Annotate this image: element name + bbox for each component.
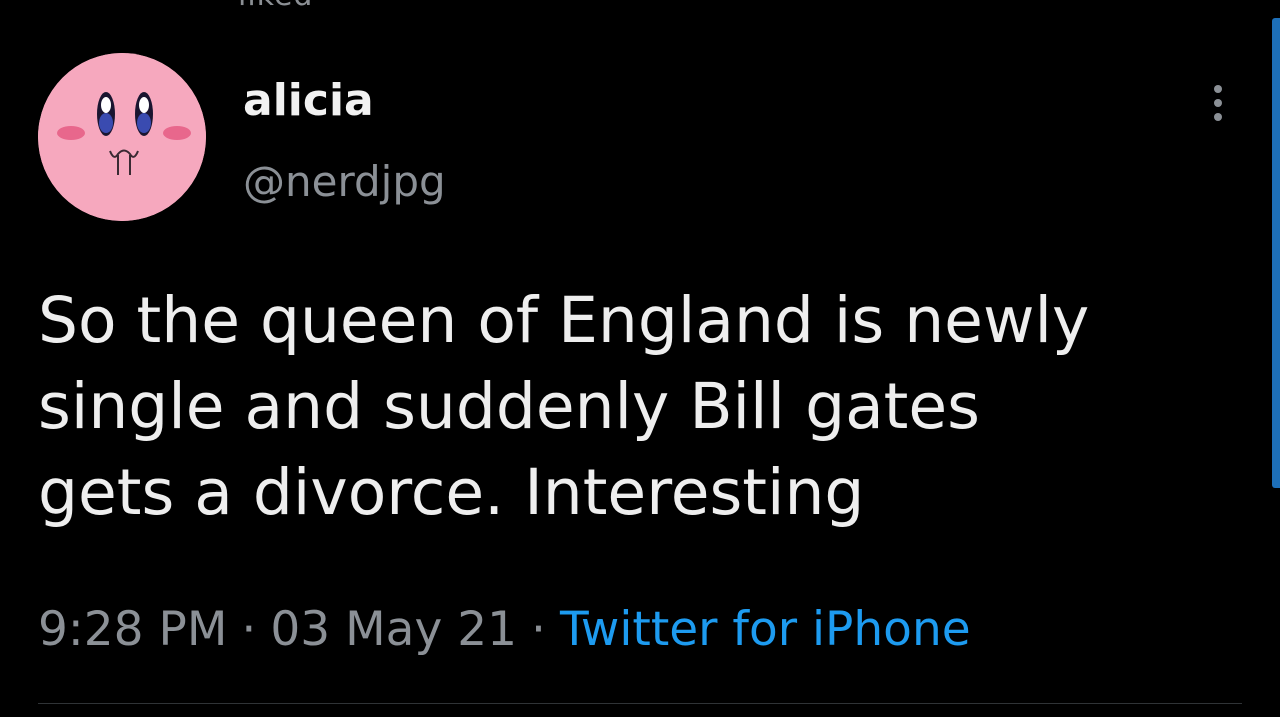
tweet-time[interactable]: 9:28 PM: [38, 602, 227, 657]
avatar[interactable]: [38, 53, 206, 221]
display-name[interactable]: alicia: [243, 73, 374, 129]
social-context-label: liked: [238, 0, 313, 13]
more-dot-icon: [1214, 113, 1222, 121]
tweet-detail-screen: liked alicia @nerdjpg So the queen of: [0, 0, 1280, 717]
tweet-source-link[interactable]: Twitter for iPhone: [560, 602, 971, 657]
more-dot-icon: [1214, 85, 1222, 93]
tweet-date[interactable]: 03 May 21: [270, 602, 517, 657]
user-handle[interactable]: @nerdjpg: [243, 154, 446, 210]
tweet-text: So the queen of England is newly single …: [38, 284, 1090, 529]
more-dot-icon: [1214, 99, 1222, 107]
meta-separator: ·: [531, 602, 546, 657]
divider: [38, 703, 1242, 704]
more-options-button[interactable]: [1200, 78, 1236, 128]
meta-separator: ·: [241, 602, 257, 657]
tweet-metadata: 9:28 PM · 03 May 21 · Twitter for iPhone: [38, 598, 971, 662]
kirby-face-icon: [38, 53, 206, 221]
scroll-indicator[interactable]: [1272, 18, 1280, 488]
